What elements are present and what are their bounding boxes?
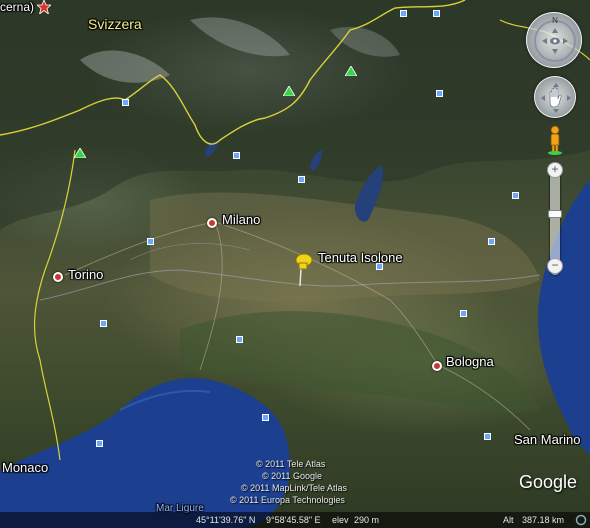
poi-icon[interactable]	[236, 336, 243, 343]
look-navigation-control[interactable]: N	[526, 12, 582, 68]
city-label-milano[interactable]: Milano	[222, 212, 260, 227]
poi-icon[interactable]	[488, 238, 495, 245]
poi-icon[interactable]	[433, 10, 440, 17]
zoom-in-button[interactable]: +	[547, 162, 563, 178]
poi-icon[interactable]	[147, 238, 154, 245]
street-view-pegman-icon[interactable]	[546, 125, 564, 155]
longitude-readout: 9°58'45.58" E	[266, 515, 321, 525]
city-marker-milano[interactable]	[207, 218, 217, 228]
city-label-torino[interactable]: Torino	[68, 267, 103, 282]
city-marker-bologna[interactable]	[432, 361, 442, 371]
poi-icon[interactable]	[512, 192, 519, 199]
city-label-monaco[interactable]: Monaco	[2, 460, 48, 475]
peak-icon[interactable]	[283, 86, 295, 96]
poi-icon[interactable]	[484, 433, 491, 440]
elevation-readout: 290 m	[354, 515, 380, 525]
pushpin-icon[interactable]	[293, 252, 315, 286]
zoom-out-button[interactable]: −	[547, 258, 563, 274]
altitude-readout: 387.18 km	[522, 515, 565, 525]
credit-line-4: © 2011 Europa Technologies	[230, 495, 345, 505]
credit-line-2: © 2011 Google	[262, 471, 323, 481]
zoom-slider-thumb[interactable]	[548, 210, 562, 218]
poi-icon[interactable]	[298, 176, 305, 183]
poi-icon[interactable]	[436, 90, 443, 97]
hand-move-icon	[541, 83, 571, 113]
status-bar: 45°11'39.76" N 9°58'45.58" E elev 290 m …	[0, 512, 590, 528]
poi-icon[interactable]	[122, 99, 129, 106]
north-indicator: N	[552, 16, 558, 25]
poi-icon[interactable]	[96, 440, 103, 447]
city-label-san-marino[interactable]: San Marino	[514, 432, 580, 447]
capital-star-icon[interactable]	[37, 0, 51, 14]
peak-icon[interactable]	[74, 148, 86, 158]
poi-icon[interactable]	[400, 10, 407, 17]
elevation-label: elev	[332, 515, 349, 525]
move-navigation-control[interactable]	[534, 76, 576, 118]
latitude-readout: 45°11'39.76" N	[196, 515, 256, 525]
peak-icon[interactable]	[345, 66, 357, 76]
poi-icon[interactable]	[460, 310, 467, 317]
look-joystick-icon: N	[534, 16, 576, 62]
credit-line-3: © 2011 MapLink/Tele Atlas	[241, 483, 348, 493]
city-label-bologna[interactable]: Bologna	[446, 354, 494, 369]
top-left-place-fragment[interactable]: cerna)	[0, 0, 34, 14]
streaming-indicator-icon	[575, 514, 587, 526]
satellite-map[interactable]: cerna) Svizzera Mar Ligure Milano Torino…	[0, 0, 590, 528]
poi-icon[interactable]	[262, 414, 269, 421]
credit-line-1: © 2011 Tele Atlas	[256, 459, 326, 469]
city-marker-torino[interactable]	[53, 272, 63, 282]
country-label-svizzera[interactable]: Svizzera	[88, 16, 142, 32]
altitude-label: Alt	[503, 515, 514, 525]
placemark-label-tenuta-isolone[interactable]: Tenuta Isolone	[318, 250, 403, 265]
poi-icon[interactable]	[233, 152, 240, 159]
google-logo: Google	[519, 472, 578, 492]
poi-icon[interactable]	[100, 320, 107, 327]
